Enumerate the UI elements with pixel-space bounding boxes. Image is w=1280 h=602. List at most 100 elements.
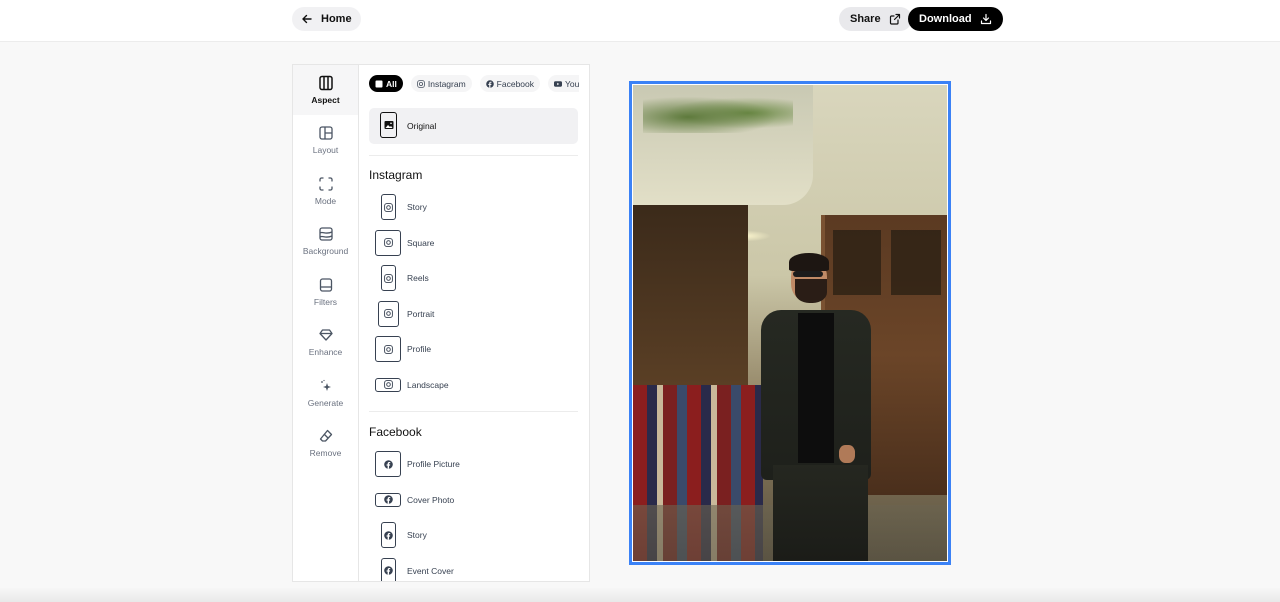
facebook-icon [384,566,393,575]
option-label: Cover Photo [407,494,455,505]
platform-filter-chips: All Instagram Facebook YouT [369,75,579,93]
rail-item-layout[interactable]: Layout [293,115,358,165]
facebook-icon [383,495,393,504]
aspect-frame [375,229,401,256]
home-label: Home [321,13,352,25]
option-label: Profile [407,344,432,354]
chip-label: All [386,78,397,89]
option-landscape[interactable]: Landscape [369,369,578,401]
aspect-frame [381,194,396,220]
photo-sunglasses [793,271,823,277]
option-original[interactable]: Original [369,108,578,144]
rail-label: Aspect [311,95,340,105]
option-label: Portrait [407,308,435,319]
aspect-frame [375,377,401,392]
rail-item-remove[interactable]: Remove [293,418,358,468]
section-title-facebook: Facebook [369,425,422,439]
facebook-icon [485,79,494,88]
photo-door-window [833,230,881,295]
home-button[interactable]: Home [292,7,361,31]
instagram-icon [384,202,393,212]
share-button[interactable]: Share [839,7,912,31]
chip-all[interactable]: All [369,75,403,92]
youtube-icon [554,80,563,87]
option-profile[interactable]: Profile [369,333,578,365]
bottom-edge [0,588,1280,602]
rail-item-aspect[interactable]: Aspect [293,65,358,115]
aspect-frame [381,557,396,581]
canvas-photo[interactable] [633,85,947,561]
download-icon [980,13,991,25]
rail-item-filters[interactable]: Filters [293,267,358,317]
aspect-frame [378,300,399,327]
photo-beard [795,279,827,303]
rail-item-enhance[interactable]: Enhance [293,317,358,367]
instagram-icon [384,309,393,318]
canvas-selection[interactable] [629,81,951,565]
divider [369,411,578,412]
external-link-icon [889,13,900,25]
option-story[interactable]: Story [369,519,578,551]
rail-label: Filters [313,297,338,307]
aspect-frame [375,336,401,362]
option-cover-photo[interactable]: Cover Photo [369,484,578,516]
photo-door-window [891,230,941,295]
arrow-left-icon [302,14,312,24]
rail-item-generate[interactable]: Generate [293,368,358,418]
option-story[interactable]: Story [369,191,578,223]
option-label: Square [407,237,435,248]
photo-hair [789,253,829,271]
chip-youtube[interactable]: YouT [548,75,579,92]
frame-corners-icon [318,177,333,191]
rail-label: Mode [314,196,337,206]
option-event-cover[interactable]: Event Cover [369,555,578,581]
aspect-frame [381,265,396,291]
diamond-icon [318,329,333,341]
rail-label: Background [302,246,349,256]
rail-label: Generate [307,398,344,408]
tool-rail: Aspect Layout Mode Background Filters En… [293,65,359,581]
option-label: Original [407,121,437,131]
option-label: Reels [407,273,429,283]
photo-trousers [773,465,868,561]
download-label: Download [919,13,972,25]
option-label: Profile Picture [407,459,460,469]
option-profile-picture[interactable]: Profile Picture [369,448,578,480]
layout-icon [318,126,333,140]
aspect-frame [375,451,401,477]
background-icon [318,227,333,241]
facebook-icon [383,459,393,469]
photo-hand [839,445,855,463]
option-square[interactable]: Square [369,227,578,259]
chip-label: Instagram [427,78,466,89]
editor-panel: Aspect Layout Mode Background Filters En… [292,64,590,582]
option-label: Story [407,202,427,212]
chip-label: YouT [565,78,579,89]
facebook-icon [384,530,393,540]
instagram-icon [417,79,425,88]
rail-item-background[interactable]: Background [293,216,358,266]
sparkles-icon [320,379,331,391]
chip-facebook[interactable]: Facebook [479,75,541,92]
instagram-icon [383,238,393,247]
option-reels[interactable]: Reels [369,262,578,294]
option-label: Event Cover [407,565,454,576]
divider [369,155,578,156]
chip-label: Facebook [496,78,535,89]
share-label: Share [850,13,881,25]
chip-instagram[interactable]: Instagram [410,75,472,92]
option-label: Story [407,530,427,540]
filters-icon [319,278,332,292]
instagram-icon [384,273,393,283]
section-title-instagram: Instagram [369,168,423,182]
columns-icon [318,75,333,91]
square-icon [375,80,383,87]
instagram-icon [383,344,393,354]
rail-item-mode[interactable]: Mode [293,166,358,216]
top-bar: Home Share Download [0,0,1280,42]
instagram-icon [383,380,393,389]
photo-shirt [798,313,834,463]
option-portrait[interactable]: Portrait [369,298,578,330]
download-button[interactable]: Download [908,7,1003,31]
aspect-frame [381,522,396,548]
